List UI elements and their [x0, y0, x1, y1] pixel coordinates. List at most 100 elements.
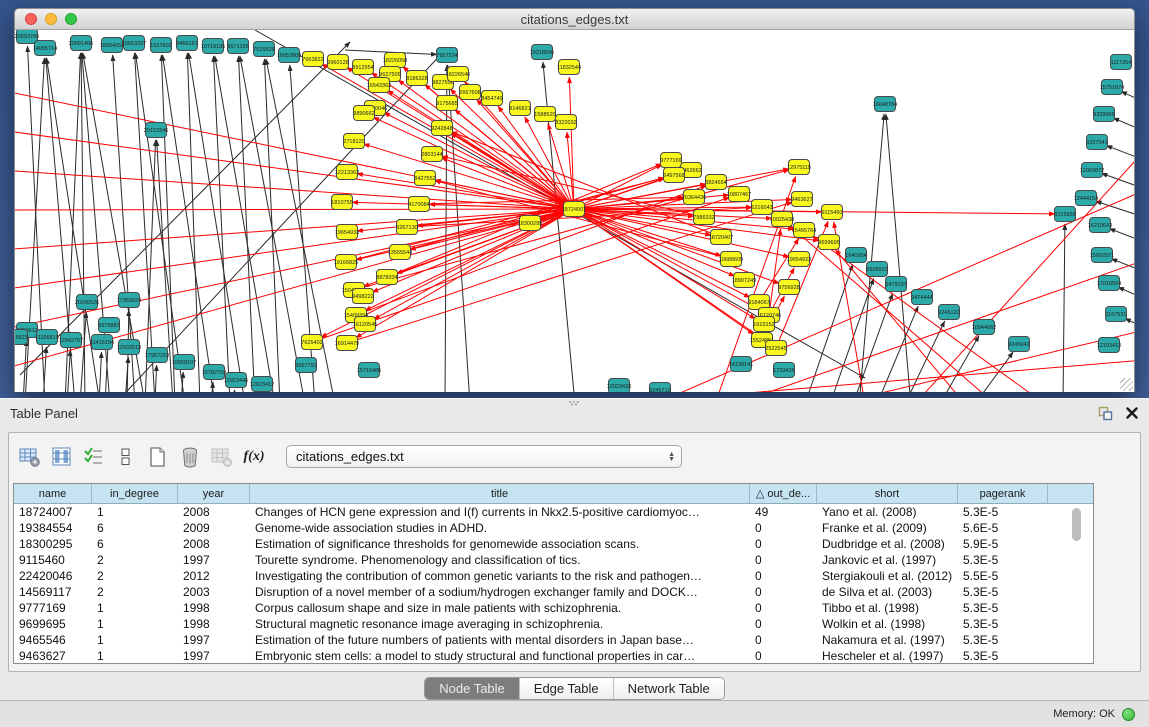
- table-cell[interactable]: 6: [92, 536, 178, 552]
- graph-node[interactable]: 9975887: [98, 318, 119, 333]
- table-cell[interactable]: Nakamura et al. (1997): [817, 632, 958, 648]
- row-height-icon[interactable]: [113, 444, 139, 470]
- table-options-icon[interactable]: [17, 444, 43, 470]
- graph-node[interactable]: 20691406: [69, 36, 93, 51]
- table-cell[interactable]: Tourette syndrome. Phenomenology and cla…: [250, 552, 750, 568]
- graph-node[interactable]: 9227341: [1086, 135, 1107, 150]
- graph-node[interactable]: 9329966: [1093, 107, 1114, 122]
- table-row[interactable]: 1938455462009Genome-wide association stu…: [14, 520, 1093, 536]
- window-resize-grip[interactable]: [1120, 378, 1133, 391]
- table-cell[interactable]: 5.3E-5: [958, 584, 1048, 600]
- table-row[interactable]: 911546021997Tourette syndrome. Phenomeno…: [14, 552, 1093, 568]
- graph-node[interactable]: 8912954: [352, 60, 373, 75]
- graph-node[interactable]: 10958107: [172, 355, 196, 370]
- table-cell[interactable]: 19384554: [14, 520, 92, 536]
- close-window-button[interactable]: [25, 13, 37, 25]
- table-cell[interactable]: 9115460: [14, 552, 92, 568]
- panel-splitter-grip[interactable]: [568, 400, 580, 406]
- table-cell[interactable]: 1998: [178, 616, 250, 632]
- table-cell[interactable]: 9777169: [14, 600, 92, 616]
- graph-node[interactable]: 15992971: [1090, 248, 1114, 263]
- graph-node[interactable]: 4170084: [408, 197, 429, 212]
- graph-node[interactable]: 9245122: [938, 305, 959, 320]
- table-cell[interactable]: 1: [92, 616, 178, 632]
- table-cell[interactable]: 49: [750, 504, 817, 520]
- graph-node[interactable]: 6216043: [751, 200, 772, 215]
- table-cell[interactable]: Structural magnetic resonance image aver…: [250, 616, 750, 632]
- table-cell[interactable]: 0: [750, 536, 817, 552]
- graph-node[interactable]: 11415194: [90, 335, 114, 350]
- table-cell[interactable]: 1998: [178, 600, 250, 616]
- table-cell[interactable]: 5.9E-5: [958, 536, 1048, 552]
- column-header-out_de[interactable]: △ out_de...: [750, 484, 817, 504]
- graph-node[interactable]: 12923412: [250, 377, 274, 392]
- graph-node[interactable]: 9245042: [1008, 337, 1029, 352]
- graph-node[interactable]: 12923446: [224, 373, 248, 388]
- table-cell[interactable]: 0: [750, 568, 817, 584]
- graph-node[interactable]: 8427552: [414, 171, 435, 186]
- table-cell[interactable]: Disruption of a novel member of a sodium…: [250, 584, 750, 600]
- table-cell[interactable]: 9465546: [14, 632, 92, 648]
- table-cell[interactable]: Investigating the contribution of common…: [250, 568, 750, 584]
- table-row[interactable]: 1872400712008Changes of HCN gene express…: [14, 504, 1093, 520]
- create-column-icon[interactable]: [145, 444, 171, 470]
- graph-node[interactable]: 9466161: [176, 36, 197, 51]
- graph-node[interactable]: 9175685: [436, 96, 457, 111]
- table-cell[interactable]: Tibbo et al. (1998): [817, 600, 958, 616]
- graph-node[interactable]: 17016504: [1097, 276, 1121, 291]
- graph-node[interactable]: 9245712: [649, 383, 670, 393]
- table-cell[interactable]: 1: [92, 648, 178, 664]
- table-cell[interactable]: 1997: [178, 648, 250, 664]
- table-cell[interactable]: 1: [92, 504, 178, 520]
- graph-node[interactable]: 8322032: [555, 115, 576, 130]
- graph-node[interactable]: 9242848: [431, 121, 452, 136]
- graph-node[interactable]: 2667608: [459, 85, 480, 100]
- graph-node[interactable]: 19654923: [787, 252, 811, 267]
- table-cell[interactable]: 5.5E-5: [958, 568, 1048, 584]
- table-cell[interactable]: Changes of HCN gene expression and I(f) …: [250, 504, 750, 520]
- graph-node[interactable]: 9267130: [396, 220, 417, 235]
- graph-node[interactable]: 6479197: [885, 277, 906, 292]
- graph-node[interactable]: 12503513: [117, 340, 141, 355]
- table-cell[interactable]: 1: [92, 600, 178, 616]
- graph-node[interactable]: 11156819: [35, 330, 59, 345]
- table-cell[interactable]: Wolkin et al. (1998): [817, 616, 958, 632]
- table-cell[interactable]: 2009: [178, 520, 250, 536]
- graph-node[interactable]: 16210643: [1088, 218, 1112, 233]
- graph-node[interactable]: 9146821: [509, 101, 530, 116]
- table-cell[interactable]: Franke et al. (2009): [817, 520, 958, 536]
- graph-node[interactable]: 12213363: [335, 165, 359, 180]
- graph-node[interactable]: 16543362: [367, 78, 391, 93]
- table-cell[interactable]: 0: [750, 584, 817, 600]
- tab-edge-table[interactable]: Edge Table: [519, 678, 613, 699]
- table-cell[interactable]: 0: [750, 632, 817, 648]
- column-header-year[interactable]: year: [178, 484, 250, 504]
- graph-node[interactable]: 7625402: [301, 335, 322, 350]
- column-header-short[interactable]: short: [817, 484, 958, 504]
- graph-node[interactable]: 10719195: [201, 39, 225, 54]
- table-cell[interactable]: 0: [750, 648, 817, 664]
- graph-node[interactable]: 12093872: [1080, 163, 1104, 178]
- graph-node[interactable]: 1615152: [753, 317, 774, 332]
- column-header-title[interactable]: title: [250, 484, 750, 504]
- table-cell[interactable]: 0: [750, 520, 817, 536]
- table-cell[interactable]: 14569117: [14, 584, 92, 600]
- graph-node[interactable]: 18907249: [732, 273, 756, 288]
- show-columns-icon[interactable]: [49, 444, 75, 470]
- table-row[interactable]: 1830029562008Estimation of significance …: [14, 536, 1093, 552]
- graph-node[interactable]: 7957224: [436, 48, 457, 63]
- column-header-in_degree[interactable]: in_degree: [92, 484, 178, 504]
- graph-node[interactable]: 2522545: [765, 341, 786, 356]
- table-cell[interactable]: 2: [92, 552, 178, 568]
- graph-node[interactable]: 18720407: [709, 230, 733, 245]
- table-cell[interactable]: 2008: [178, 536, 250, 552]
- graph-node[interactable]: 16120545: [353, 317, 377, 332]
- graph-node[interactable]: 19654933: [335, 225, 359, 240]
- network-canvas[interactable]: 2055378614055714206914061869405410653287…: [15, 30, 1134, 392]
- table-cell[interactable]: 9463627: [14, 648, 92, 664]
- graph-node[interactable]: 9657791: [295, 358, 316, 373]
- graph-node[interactable]: 1810755: [331, 195, 352, 210]
- table-cell[interactable]: 2012: [178, 568, 250, 584]
- delete-table-icon[interactable]: [209, 444, 235, 470]
- graph-node[interactable]: 7663822: [302, 52, 323, 67]
